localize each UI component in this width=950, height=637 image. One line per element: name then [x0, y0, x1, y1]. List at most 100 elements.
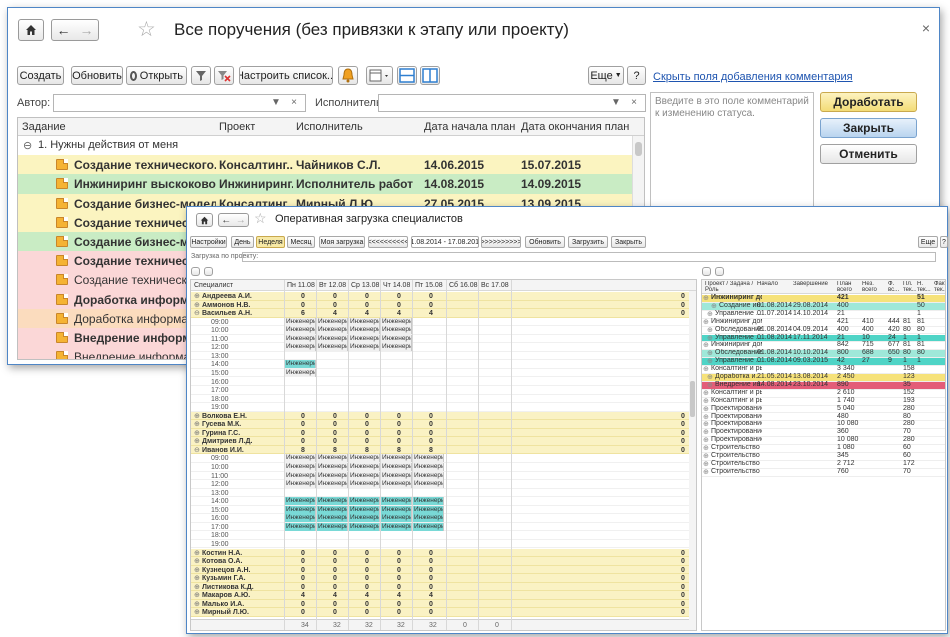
- upload-button[interactable]: Загрузить: [568, 236, 608, 248]
- specialist-row[interactable]: ⊕ Аммонов Н.В. 0 0 0 0 0 0: [191, 300, 691, 310]
- task-bar[interactable]: Инженери...: [412, 471, 444, 480]
- task-bar[interactable]: Инженери...: [316, 454, 348, 463]
- load-grid-scrollbar[interactable]: [689, 291, 696, 621]
- prev-period-button[interactable]: <<<<<<<<<<: [368, 236, 408, 248]
- task-bar[interactable]: Инженери...: [380, 326, 412, 335]
- project-filter-input[interactable]: [242, 252, 936, 262]
- favorite-star-icon[interactable]: ☆: [137, 17, 156, 42]
- hour-row[interactable]: 17:00Инженери...Инженери...Инженери...Ин…: [191, 522, 691, 532]
- task-bar[interactable]: Инженери...: [380, 343, 412, 352]
- executor-clear-icon[interactable]: ×: [627, 95, 641, 111]
- task-bar[interactable]: Инженери...: [380, 522, 412, 531]
- task-bar[interactable]: Инженери...: [348, 326, 380, 335]
- scrollbar-thumb[interactable]: [635, 142, 642, 156]
- back-arrow-icon[interactable]: ←: [57, 22, 71, 38]
- expand-icon[interactable]: ⊕: [194, 608, 200, 617]
- task-bar[interactable]: Инженери...: [348, 514, 380, 523]
- specialist-row[interactable]: ⊕ Кузнецов А.Н. 0 0 0 0 0 0: [191, 565, 691, 575]
- task-bar[interactable]: Инженери...: [380, 454, 412, 463]
- specialist-row[interactable]: ⊕ Андреева А.И. 0 0 0 0 0 0: [191, 292, 691, 301]
- executor-dropdown-icon[interactable]: ▼: [609, 95, 623, 111]
- period-field[interactable]: 11.08.2014 - 17.08.2014: [411, 236, 479, 248]
- scrollbar-thumb[interactable]: [690, 381, 695, 417]
- column-header[interactable]: Чт 14.08: [383, 281, 410, 290]
- column-header[interactable]: Сб 16.08: [449, 281, 478, 290]
- more-button[interactable]: Еще ▼: [588, 66, 624, 85]
- hour-row[interactable]: 15:00Инженери...Инженери...Инженери...Ин…: [191, 505, 691, 515]
- hour-row[interactable]: 14:00Инженери...: [191, 360, 691, 369]
- hour-row[interactable]: 11:00Инженери...Инженери...Инженери...Ин…: [191, 334, 691, 344]
- expand-all-button[interactable]: [191, 267, 200, 276]
- task-bar[interactable]: Инженери...: [316, 522, 348, 531]
- hour-row[interactable]: 10:00Инженери...Инженери...Инженери...Ин…: [191, 326, 691, 335]
- hour-row[interactable]: 12:00Инженери...Инженери...Инженери...Ин…: [191, 343, 691, 352]
- task-bar[interactable]: Инженери...: [412, 514, 444, 523]
- task-bar[interactable]: Инженери...: [284, 317, 316, 326]
- forward-arrow-icon[interactable]: →: [80, 22, 94, 38]
- task-bar[interactable]: Инженери...: [316, 334, 348, 343]
- column-header[interactable]: Проект / Задача / Роль: [705, 281, 756, 293]
- task-bar[interactable]: Инженери...: [284, 497, 316, 506]
- project-row[interactable]: ⊕ Строительство ... 760 70: [702, 468, 945, 477]
- help-button-2[interactable]: ?: [940, 236, 948, 248]
- column-header[interactable]: Ф. вс...: [888, 281, 902, 293]
- executor-input[interactable]: ▼ ×: [378, 94, 646, 112]
- task-bar[interactable]: Инженери...: [348, 463, 380, 471]
- settings-button[interactable]: Настройки: [190, 236, 227, 248]
- task-bar[interactable]: Инженери...: [348, 505, 380, 514]
- clear-filter-button[interactable]: [214, 66, 234, 85]
- task-bar[interactable]: Инженери...: [380, 514, 412, 523]
- specialist-row[interactable]: ⊕ Дмитриев Л.Д. 0 0 0 0 0 0: [191, 437, 691, 446]
- table-row[interactable]: Создание технического... Консалтинг... Чай…: [18, 155, 634, 175]
- column-header[interactable]: Завершение: [793, 281, 835, 287]
- specialist-row[interactable]: ⊕ Мирный Л.Ю. 0 0 0 0 0 0: [191, 608, 691, 617]
- task-bar[interactable]: Инженери...: [412, 480, 444, 489]
- specialist-row[interactable]: ⊕ Кузьмин Г.А. 0 0 0 0 0 0: [191, 574, 691, 583]
- collapse-all-button[interactable]: [204, 267, 213, 276]
- task-bar[interactable]: Инженери...: [412, 505, 444, 514]
- task-bar[interactable]: Инженери...: [284, 522, 316, 531]
- help-button[interactable]: ?: [627, 66, 646, 85]
- column-header-project[interactable]: Проект: [219, 121, 255, 133]
- hour-row[interactable]: 15:00Инженери...: [191, 368, 691, 378]
- configure-list-button[interactable]: Настроить список...: [239, 66, 333, 85]
- column-header[interactable]: Пн 11.08: [287, 281, 315, 290]
- column-header[interactable]: Ср 13.08: [351, 281, 379, 290]
- column-header-task[interactable]: Задание: [22, 121, 66, 133]
- collapse-all-button-right[interactable]: [715, 267, 724, 276]
- task-bar[interactable]: Инженери...: [284, 480, 316, 489]
- task-bar[interactable]: Инженери...: [316, 463, 348, 471]
- expand-icon[interactable]: ⊕: [703, 294, 709, 303]
- task-bar[interactable]: Инженери...: [380, 334, 412, 343]
- collapse-icon[interactable]: ⊖: [23, 139, 32, 152]
- column-header-start[interactable]: Дата начала план: [424, 121, 515, 133]
- task-bar[interactable]: Инженери...: [380, 497, 412, 506]
- specialist-row[interactable]: ⊕ Котова О.А. 0 0 0 0 0 0: [191, 557, 691, 566]
- task-bar[interactable]: Инженери...: [284, 343, 316, 352]
- rework-button[interactable]: Доработать: [820, 92, 917, 112]
- task-bar[interactable]: Инженери...: [316, 471, 348, 480]
- specialist-row[interactable]: ⊕ Гурина Г.С. 0 0 0 0 0 0: [191, 428, 691, 438]
- hour-row[interactable]: 09:00Инженери...Инженери...Инженери...Ин…: [191, 454, 691, 463]
- cancel-task-button[interactable]: Отменить: [820, 144, 917, 164]
- hour-row[interactable]: 09:00Инженери...Инженери...Инженери...Ин…: [191, 317, 691, 327]
- specialist-row[interactable]: ⊕ Малько И.А. 0 0 0 0 0 0: [191, 599, 691, 609]
- my-load-button[interactable]: Моя загрузка: [319, 236, 365, 248]
- next-period-button[interactable]: >>>>>>>>>>: [481, 236, 521, 248]
- view-mode-button[interactable]: [366, 66, 393, 85]
- task-bar[interactable]: Инженери...: [348, 480, 380, 489]
- close-button-2[interactable]: Закрыть: [611, 236, 646, 248]
- hour-row[interactable]: 13:00: [191, 488, 691, 498]
- author-clear-icon[interactable]: ×: [287, 95, 301, 111]
- task-bar[interactable]: Инженери...: [316, 343, 348, 352]
- task-bar[interactable]: Инженери...: [284, 454, 316, 463]
- back-arrow-icon[interactable]: ←: [221, 215, 231, 226]
- column-header[interactable]: Специалист: [194, 281, 233, 290]
- task-bar[interactable]: Инженери...: [348, 317, 380, 326]
- task-bar[interactable]: Инженери...: [316, 326, 348, 335]
- hide-comment-link[interactable]: Скрыть поля добавления комментария: [653, 71, 853, 83]
- hour-row[interactable]: 14:00Инженери...Инженери...Инженери...Ин…: [191, 497, 691, 506]
- task-bar[interactable]: Инженери...: [348, 497, 380, 506]
- task-bar[interactable]: Инженери...: [284, 463, 316, 471]
- task-bar[interactable]: Инженери...: [412, 454, 444, 463]
